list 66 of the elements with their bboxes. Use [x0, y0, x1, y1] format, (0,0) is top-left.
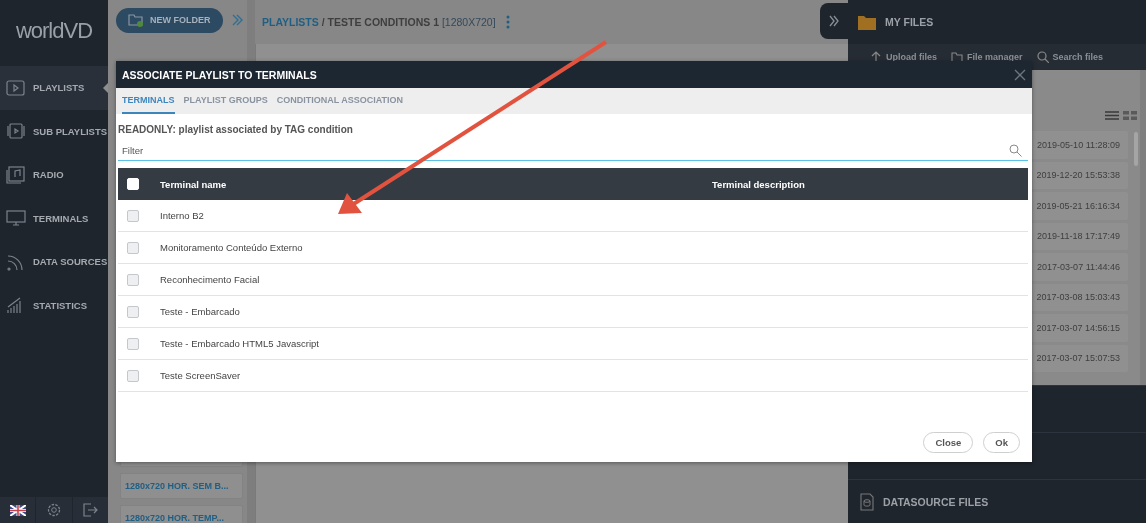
- chevron-icon: [829, 15, 839, 27]
- select-all-checkbox[interactable]: [127, 178, 139, 190]
- folder-icon: [858, 14, 876, 30]
- search-icon: [1036, 51, 1049, 63]
- kebab-menu-icon[interactable]: [505, 15, 510, 29]
- close-icon[interactable]: [1014, 68, 1026, 81]
- file-date: 2019-05-10 11:28:09: [1037, 139, 1120, 150]
- table-cell-text: Teste - Embarcado: [160, 306, 241, 317]
- play-stack-icon: [6, 122, 26, 141]
- nav-item[interactable]: DATA SOURCES: [0, 240, 108, 284]
- breadcrumb: PLAYLISTS / TESTE CONDITIONS 1 [1280X720]: [262, 16, 496, 28]
- toolbar-link[interactable]: File manager: [951, 51, 1023, 63]
- file-date: 2017-03-07 11:44:46: [1037, 261, 1120, 272]
- panel-toggle-button[interactable]: [820, 3, 848, 39]
- file-date: 2019-12-20 15:53:38: [1036, 170, 1120, 181]
- file-date: 2017-03-07 14:56:15: [1036, 322, 1120, 333]
- row-checkbox[interactable]: [127, 369, 139, 382]
- logout-button[interactable]: [72, 497, 108, 523]
- table-cell-text: Reconhecimento Facial: [160, 274, 261, 285]
- nav-item[interactable]: RADIO: [0, 153, 108, 197]
- ok-button[interactable]: Ok: [983, 432, 1020, 453]
- folder-add-icon: [128, 13, 144, 27]
- search-icon: [1009, 144, 1022, 157]
- row-checkbox[interactable]: [127, 305, 139, 318]
- database-file-icon: [860, 492, 874, 511]
- file-date: 2019-11-18 17:17:49: [1037, 231, 1120, 242]
- tab[interactable]: TERMINALS: [122, 88, 175, 114]
- logo: worldVD: [14, 17, 94, 45]
- nav-item[interactable]: STATISTICS: [0, 283, 108, 327]
- toolbar-link[interactable]: Upload files: [870, 51, 937, 63]
- monitor-icon: [6, 209, 26, 228]
- new-folder-button[interactable]: NEW FOLDER: [116, 7, 223, 33]
- flag-button[interactable]: [0, 497, 36, 523]
- column-header: Terminal description: [712, 178, 805, 190]
- toolbar-link[interactable]: Search files: [1036, 51, 1104, 63]
- list-view-icon[interactable]: [1105, 111, 1119, 120]
- upload-icon: [870, 51, 882, 63]
- files-panel-header: MY FILES: [848, 0, 1146, 44]
- row-checkbox[interactable]: [127, 337, 139, 350]
- readonly-note: READONLY: playlist associated by TAG condition: [118, 124, 354, 135]
- flag-icon: [9, 504, 26, 516]
- chevron-icon: [231, 14, 244, 26]
- music-icon: [6, 165, 26, 184]
- table-cell-text: Teste ScreenSaver: [160, 370, 242, 381]
- grid-view-icon[interactable]: [1123, 111, 1137, 120]
- file-date: 2019-05-21 16:16:34: [1036, 200, 1120, 211]
- file-date: 2017-03-07 15:07:53: [1036, 353, 1120, 364]
- row-checkbox[interactable]: [127, 273, 139, 286]
- logout-icon: [82, 502, 99, 518]
- row-checkbox[interactable]: [127, 209, 139, 222]
- nav-item[interactable]: TERMINALS: [0, 196, 108, 240]
- play-icon: [6, 78, 26, 97]
- nav-item[interactable]: SUB PLAYLISTS: [0, 109, 108, 153]
- dialog-title: ASSOCIATE PLAYLIST TO TERMINALS: [122, 68, 317, 81]
- column-header: Terminal name: [160, 178, 228, 190]
- nav-item[interactable]: PLAYLISTS: [0, 66, 108, 110]
- file-date: 2017-03-08 15:03:43: [1036, 292, 1120, 303]
- table-cell-text: Monitoramento Conteúdo Externo: [160, 242, 304, 253]
- row-checkbox[interactable]: [127, 241, 139, 254]
- feed-icon: [6, 252, 26, 271]
- settings-icon: [46, 502, 62, 518]
- table-cell-text: Interno B2: [160, 210, 205, 221]
- close-button[interactable]: Close: [923, 432, 974, 453]
- table-cell-text: Teste - Embarcado HTML5 Javascript: [160, 338, 320, 349]
- folder-icon: [951, 51, 963, 63]
- datasource-section[interactable]: DATASOURCE FILES: [848, 479, 1146, 523]
